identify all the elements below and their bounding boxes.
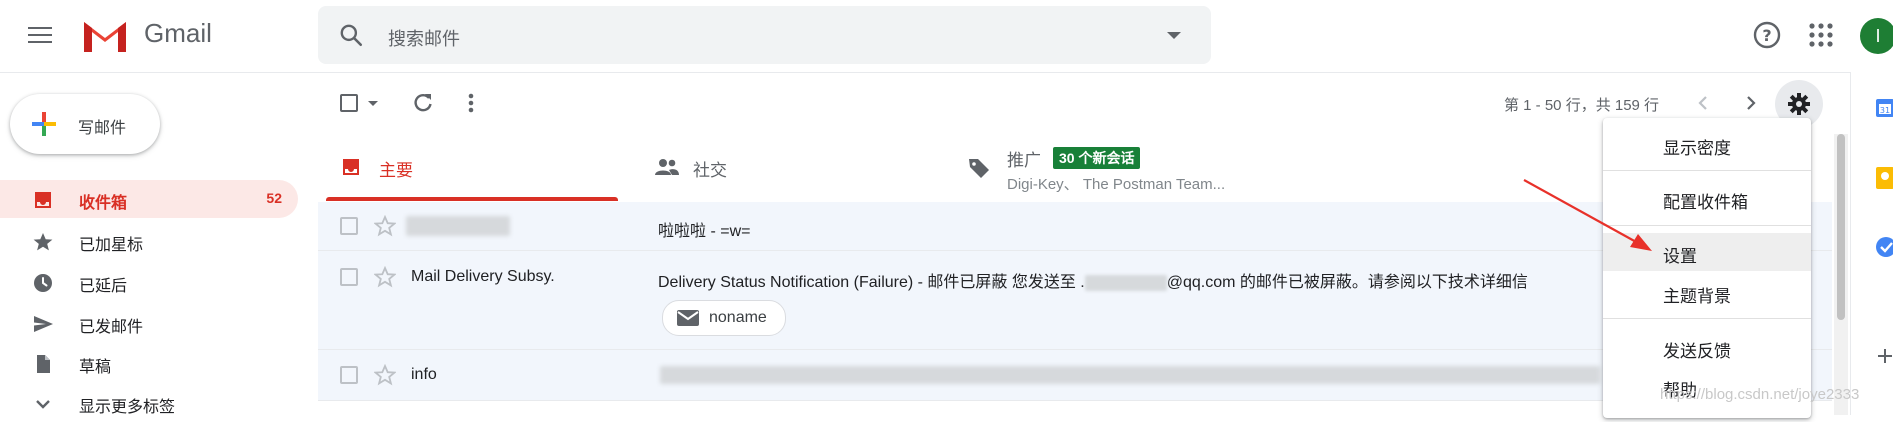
row-checkbox[interactable] (340, 366, 358, 384)
sidebar-item-inbox[interactable]: 收件箱 52 (0, 180, 298, 218)
menu-item-label: 发送反馈 (1663, 342, 1731, 361)
sidebar-item-label: 已发邮件 (79, 319, 144, 336)
sidebar-item-more-labels[interactable]: 显示更多标签 (0, 384, 298, 422)
help-icon[interactable]: ? (1752, 20, 1782, 50)
attachment-chip[interactable]: noname (662, 300, 786, 336)
select-options-dropdown-icon[interactable] (368, 101, 378, 106)
sidebar-item-label: 草稿 (79, 359, 112, 376)
menu-divider (1603, 170, 1811, 171)
tab-primary[interactable]: 主要 (326, 134, 618, 200)
account-avatar[interactable]: I (1860, 18, 1893, 54)
top-bar: Gmail 搜索邮件 ? I (0, 0, 1893, 73)
sidebar-item-label: 已延后 (79, 278, 128, 295)
svg-text:31: 31 (1880, 106, 1890, 115)
pagination-info: 第 1 - 50 行，共 159 行 (1504, 97, 1660, 114)
redacted-subject (660, 366, 1600, 384)
message-sender: info (411, 366, 437, 383)
draft-icon (37, 355, 50, 373)
tab-snippet: Digi-Key、 The Postman Team... (1007, 176, 1226, 193)
menu-item-label: 主题背景 (1663, 287, 1731, 306)
menu-item-label: 设置 (1663, 247, 1697, 266)
tasks-icon[interactable] (1875, 236, 1893, 258)
unread-count-badge: 52 (266, 190, 282, 206)
compose-label: 写邮件 (78, 120, 127, 137)
keep-icon[interactable] (1875, 166, 1893, 190)
search-bar[interactable]: 搜索邮件 (318, 6, 1211, 64)
search-input[interactable]: 搜索邮件 (388, 25, 460, 51)
chevron-right-icon[interactable] (1740, 92, 1762, 114)
main-menu-icon[interactable] (28, 24, 52, 44)
row-checkbox[interactable] (340, 217, 358, 235)
calendar-icon[interactable]: 31 (1875, 98, 1893, 118)
compose-button[interactable]: 写邮件 (10, 94, 160, 154)
redacted-sender (406, 216, 510, 236)
inbox-icon (35, 192, 51, 208)
tab-label: 社交 (693, 161, 727, 180)
annotation-arrow (1523, 179, 1652, 251)
mail-icon (677, 310, 699, 326)
sidebar-item-sent[interactable]: 已发邮件 (0, 304, 298, 342)
svg-text:?: ? (1762, 26, 1771, 45)
sidebar-item-label: 收件箱 (79, 195, 128, 212)
message-subject-start: Delivery Status Notification (Failure) -… (658, 274, 1085, 291)
gear-icon (1788, 93, 1810, 115)
sidebar-item-starred[interactable]: 已加星标 (0, 222, 298, 260)
watermark-text: https://blog.csdn.net/joye2333 (1660, 386, 1860, 403)
menu-item-themes[interactable]: 主题背景 (1603, 273, 1811, 311)
active-tab-indicator (326, 197, 618, 201)
row-checkbox[interactable] (340, 268, 358, 286)
add-addon-icon[interactable] (1877, 348, 1893, 364)
search-icon[interactable] (338, 22, 364, 48)
clock-icon (34, 274, 52, 292)
chevron-left-icon[interactable] (1692, 92, 1714, 114)
menu-item-send-feedback[interactable]: 发送反馈 (1603, 328, 1811, 366)
side-panel: 31 (1850, 72, 1893, 415)
compose-plus-icon (32, 112, 56, 136)
sidebar-item-label: 显示更多标签 (79, 399, 176, 416)
message-sender: Mail Delivery Subsy. (411, 268, 555, 285)
tab-social[interactable]: 社交 (640, 134, 932, 200)
sidebar-item-drafts[interactable]: 草稿 (0, 344, 298, 382)
search-options-dropdown-icon[interactable] (1167, 32, 1181, 39)
attachment-name: noname (709, 309, 767, 326)
app-name[interactable]: Gmail (144, 18, 212, 49)
sidebar-item-snoozed[interactable]: 已延后 (0, 263, 298, 301)
people-icon (655, 159, 679, 175)
sidebar-item-label: 已加星标 (79, 237, 144, 254)
star-outline-icon[interactable] (374, 215, 396, 237)
message-subject: Delivery Status Notification (Failure) -… (658, 268, 1528, 292)
refresh-icon[interactable] (412, 92, 434, 114)
star-icon (33, 233, 53, 251)
menu-item-display-density[interactable]: 显示密度 (1603, 125, 1811, 163)
select-all-checkbox[interactable] (340, 94, 358, 112)
gmail-logo-icon[interactable] (80, 18, 130, 54)
redacted-email (1084, 274, 1167, 291)
message-subject: 啦啦啦 - =w= (658, 223, 751, 240)
settings-dropdown-menu: 显示密度 配置收件箱 设置 主题背景 发送反馈 帮助 (1603, 118, 1811, 418)
menu-item-label: 显示密度 (1663, 139, 1731, 158)
apps-grid-icon[interactable] (1808, 22, 1834, 48)
tag-icon (969, 159, 989, 178)
new-conversations-badge: 30 个新会话 (1053, 147, 1141, 169)
send-icon (34, 316, 53, 332)
menu-divider (1603, 318, 1811, 319)
tab-label: 推广 (1007, 151, 1041, 170)
star-outline-icon[interactable] (374, 266, 396, 288)
more-options-icon[interactable] (467, 92, 475, 114)
inbox-icon (343, 159, 359, 175)
star-outline-icon[interactable] (374, 364, 396, 386)
tab-label: 主要 (379, 161, 413, 180)
scrollbar-thumb[interactable] (1837, 134, 1845, 320)
chevron-down-icon (36, 400, 50, 409)
message-subject-end: @qq.com 的邮件已被屏蔽。请参阅以下技术详细信 (1166, 274, 1528, 291)
menu-item-label: 配置收件箱 (1663, 193, 1748, 212)
